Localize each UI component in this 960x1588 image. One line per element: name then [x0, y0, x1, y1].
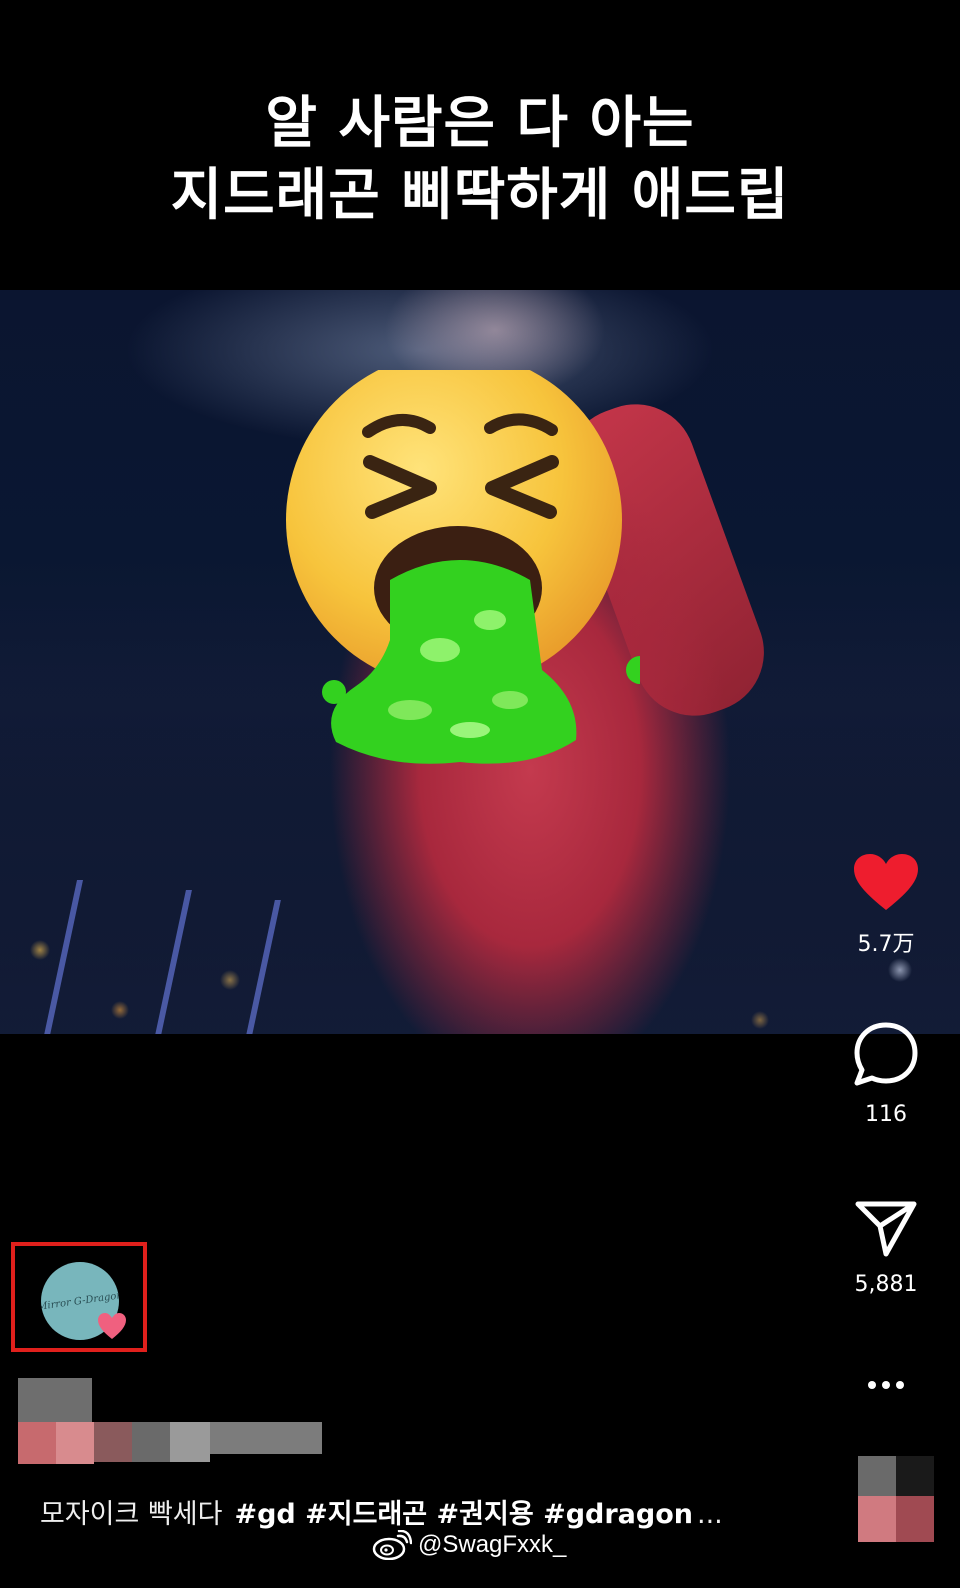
heart-icon[interactable]: [852, 852, 920, 912]
paper-plane-icon[interactable]: [854, 1200, 918, 1258]
share-count: 5,881: [854, 1272, 918, 1297]
watermark: @SwagFxxk_: [372, 1528, 566, 1562]
comment-bubble-icon[interactable]: [852, 1020, 920, 1088]
weibo-icon: [372, 1530, 412, 1560]
caption-more[interactable]: ...: [697, 1499, 723, 1530]
avatar-highlight-box: Mirror G-Dragon: [11, 1242, 147, 1352]
comment-action[interactable]: 116: [836, 1020, 936, 1127]
blurred-music-thumbnail[interactable]: [858, 1456, 934, 1542]
more-action[interactable]: [836, 1378, 936, 1392]
title-line-1: 알 사람은 다 아는: [265, 91, 695, 156]
post-caption[interactable]: 모자이크 빡세다 #gd #지드래곤 #권지용 #gdragon...: [40, 1492, 840, 1530]
blurred-username: [18, 1378, 328, 1466]
share-action[interactable]: 5,881: [836, 1200, 936, 1297]
like-count: 5.7万: [857, 932, 915, 957]
caption-text: 모자이크 빡세다: [40, 1499, 223, 1530]
video-player[interactable]: [0, 290, 960, 1034]
more-dots-icon[interactable]: [866, 1378, 906, 1392]
comment-count: 116: [865, 1102, 907, 1127]
title-line-2: 지드래곤 삐딱하게 애드립: [170, 163, 790, 228]
like-action[interactable]: 5.7万: [836, 852, 936, 958]
watermark-handle: @SwagFxxk_: [418, 1531, 567, 1558]
heart-badge-icon: [98, 1313, 126, 1339]
nauseated-face-emoji: [286, 370, 640, 764]
title-overlay: 알 사람은 다 아는 지드래곤 삐딱하게 애드립: [0, 0, 960, 290]
avatar-logo-text: Mirror G-Dragon: [41, 1289, 119, 1313]
caption-hashtags[interactable]: #gd #지드래곤 #권지용 #gdragon: [234, 1499, 693, 1530]
